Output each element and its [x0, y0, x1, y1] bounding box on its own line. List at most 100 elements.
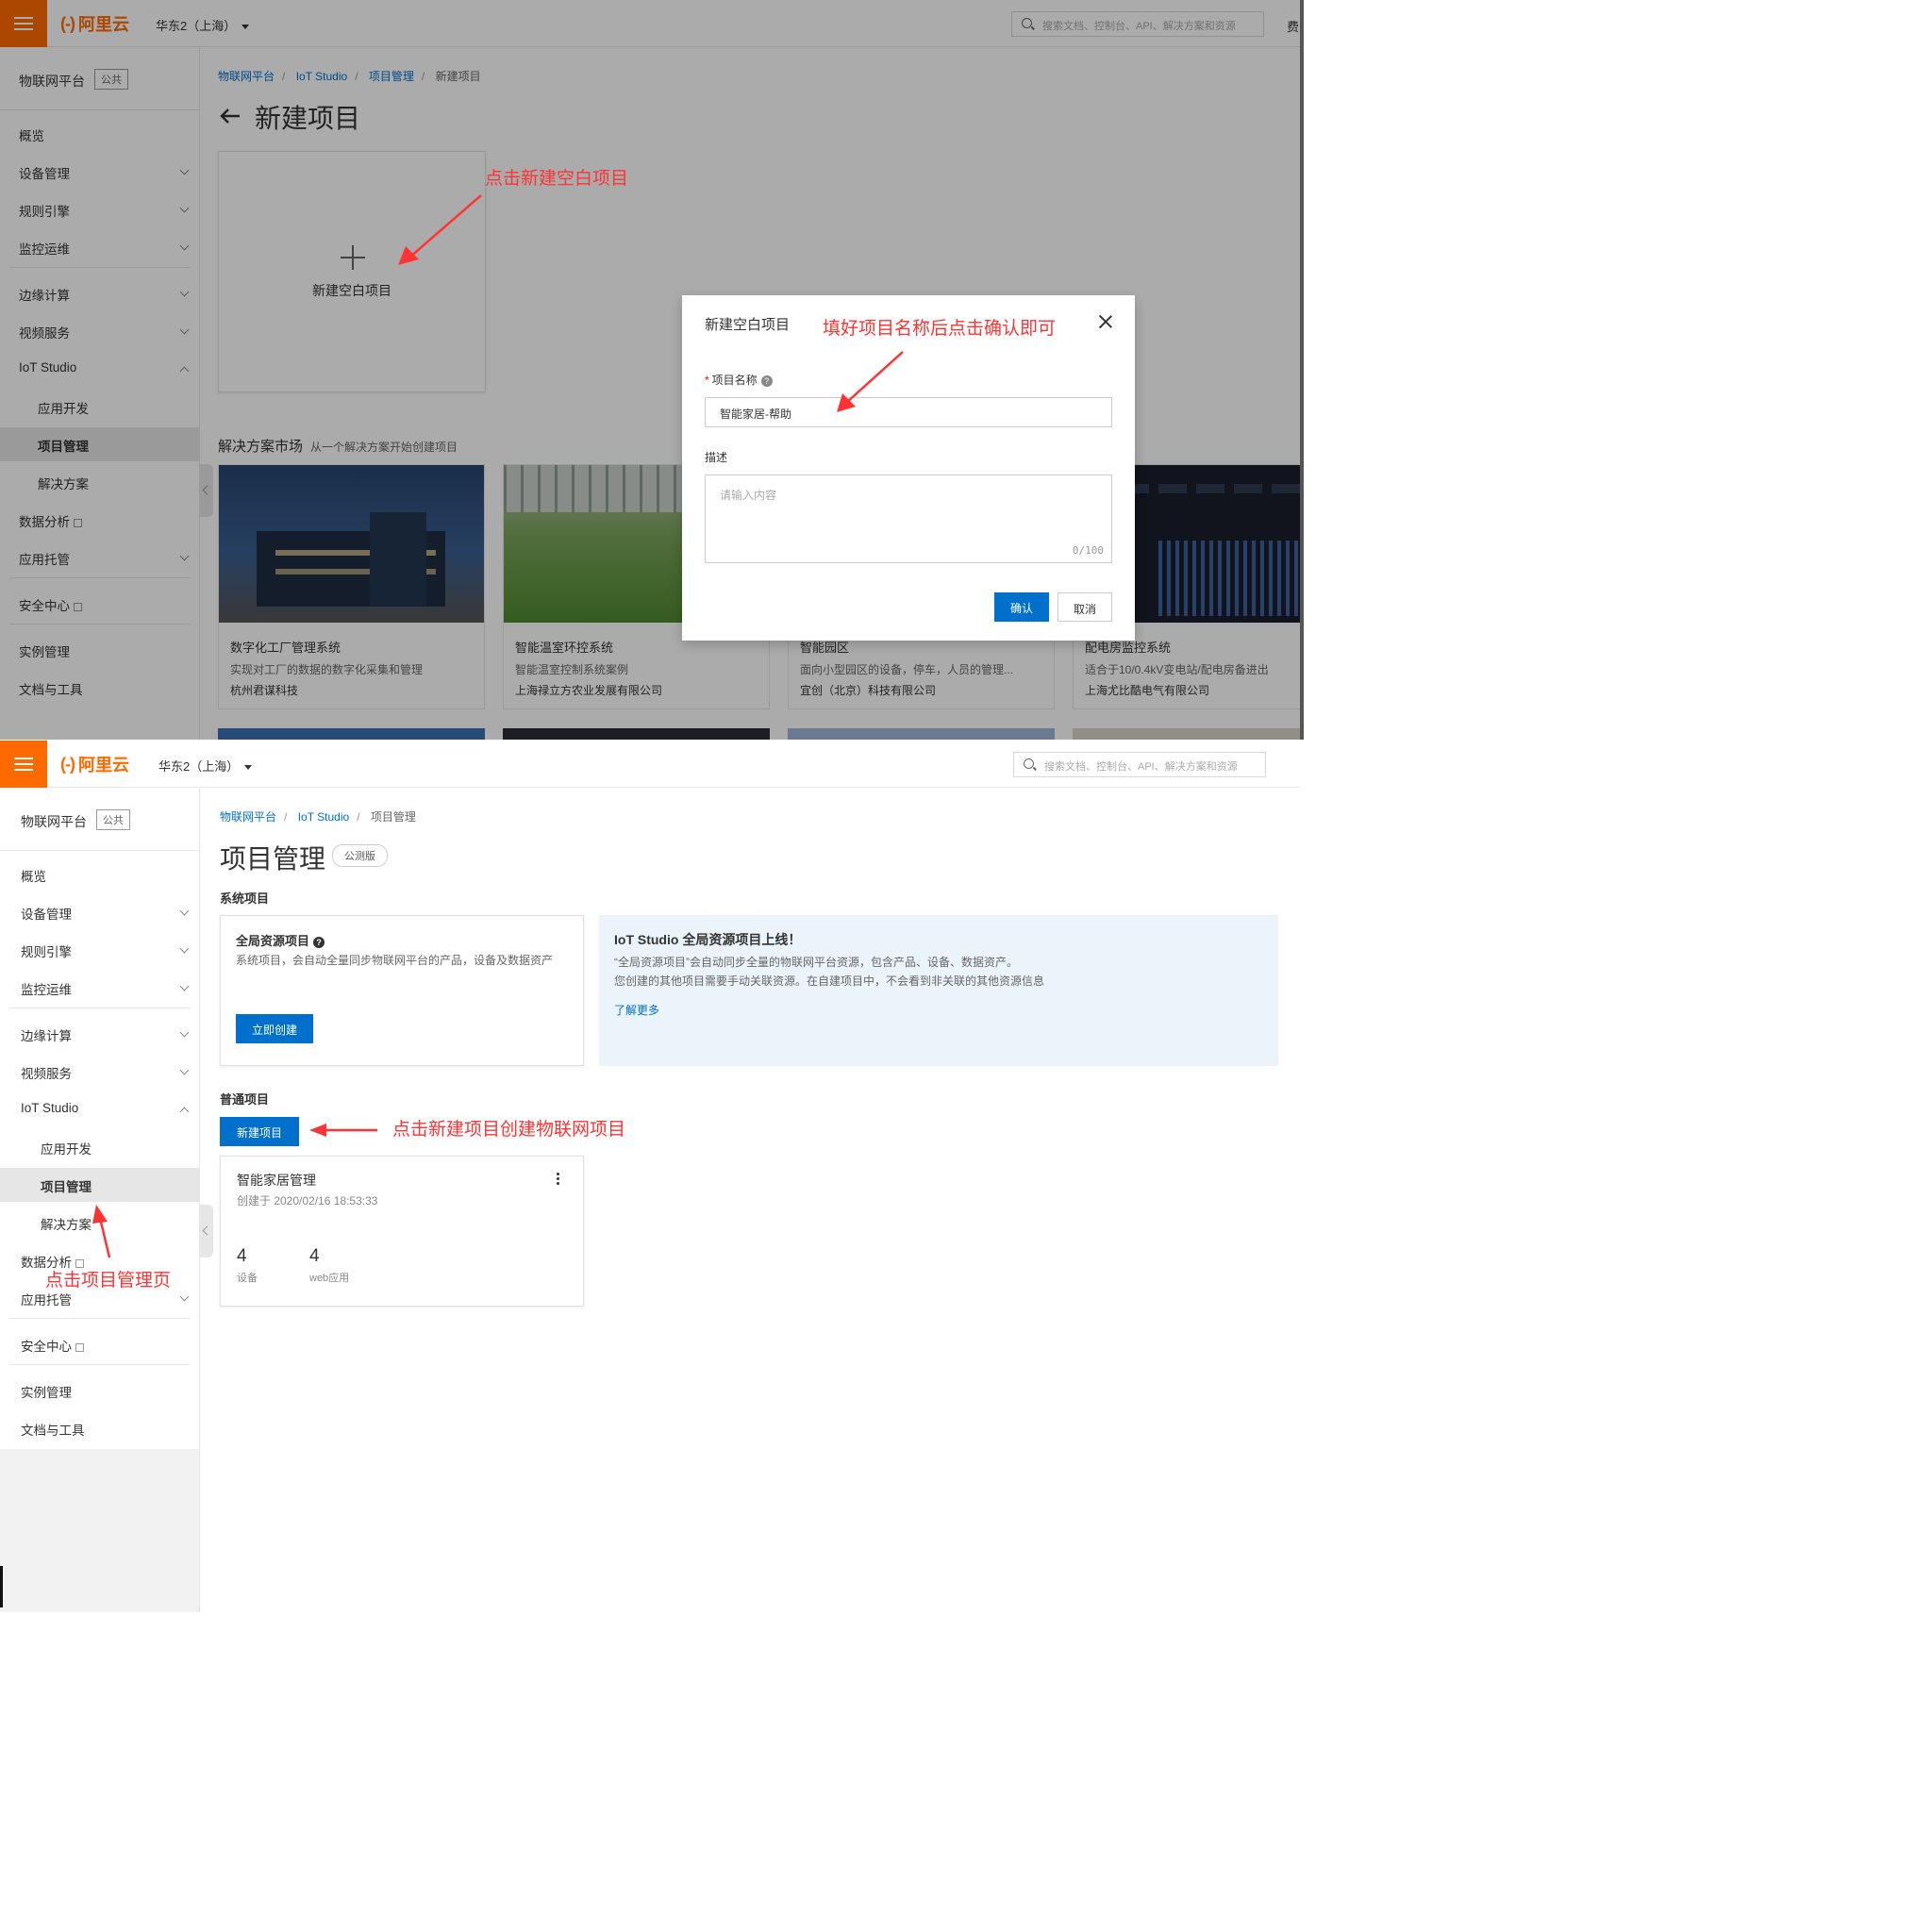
new-blank-project-dialog: 新建空白项目 * 项目名称? 智能家居-帮助 描述 请输入内容 0/100 确认 …	[682, 295, 1135, 641]
sidebar-item-security[interactable]: 安全中心	[0, 1327, 199, 1361]
chevron-down-icon	[179, 1065, 190, 1075]
learn-more-link[interactable]: 了解更多	[614, 1002, 659, 1018]
edge-strip	[0, 1566, 3, 1607]
cancel-button[interactable]: 取消	[1058, 592, 1112, 622]
page-title: 项目管理	[220, 844, 326, 874]
chevron-down-icon	[244, 765, 253, 771]
sidebar-item-project-mgmt[interactable]: 项目管理	[0, 1168, 199, 1202]
web-app-count: 4	[309, 1246, 320, 1266]
system-projects-heading: 系统项目	[220, 891, 270, 906]
sidebar-item-label: 规则引擎	[21, 945, 72, 959]
help-icon[interactable]: ?	[760, 375, 773, 387]
sidebar-item-label: 应用托管	[21, 1293, 72, 1307]
annotation-click-project-mgmt: 点击项目管理页	[45, 1271, 172, 1291]
region-selector[interactable]: 华东2（上海）	[158, 757, 253, 774]
sidebar-item-monitoring[interactable]: 监控运维	[0, 971, 199, 1005]
project-name-input[interactable]: 智能家居-帮助	[705, 397, 1112, 427]
logo-text: 阿里云	[77, 756, 129, 774]
breadcrumb-link[interactable]: 物联网平台	[220, 810, 276, 824]
sidebar-item-edge[interactable]: 边缘计算	[0, 1017, 199, 1051]
sidebar-item-label: 应用开发	[41, 1142, 92, 1157]
char-counter: 0/100	[1072, 544, 1104, 557]
chevron-down-icon	[179, 906, 190, 916]
beta-badge: 公测版	[332, 844, 388, 867]
info-title: IoT Studio 全局资源项目上线！	[614, 932, 802, 947]
project-created-time: 创建于 2020/02/16 18:53:33	[237, 1194, 378, 1208]
annotation-click-new-blank: 点击新建空白项目	[485, 169, 629, 189]
more-options-icon[interactable]	[557, 1173, 560, 1188]
sidebar-item-label: 设备管理	[21, 908, 72, 922]
annotation-arrow-icon	[92, 1205, 111, 1258]
sidebar-collapse-toggle[interactable]	[200, 1205, 213, 1257]
confirm-button[interactable]: 确认	[994, 592, 1049, 622]
divider	[9, 1364, 191, 1365]
new-project-button[interactable]: 新建项目	[220, 1117, 299, 1146]
sidebar-item-rule-engine[interactable]: 规则引擎	[0, 933, 199, 967]
sidebar-item-docs-tools[interactable]: 文档与工具	[0, 1411, 199, 1445]
breadcrumb: 物联网平台 / IoT Studio / 项目管理	[220, 810, 416, 824]
create-now-button[interactable]: 立即创建	[236, 1014, 313, 1043]
sidebar-filler	[0, 1449, 199, 1612]
web-app-count-label: web应用	[309, 1273, 350, 1284]
dialog-title: 新建空白项目	[705, 317, 791, 333]
chevron-down-icon	[179, 943, 190, 954]
device-count: 4	[237, 1246, 247, 1266]
sidebar-item-video[interactable]: 视频服务	[0, 1055, 199, 1089]
sidebar-item-app-dev[interactable]: 应用开发	[0, 1130, 199, 1164]
chevron-down-icon	[179, 1291, 190, 1302]
info-line: 您创建的其他项目需要手动关联资源。在自建项目中，不会看到非关联的其他资源信息	[614, 974, 1045, 988]
global-resource-title: 全局资源项目?	[236, 931, 325, 949]
help-icon[interactable]: ?	[313, 936, 325, 948]
breadcrumb-link[interactable]: IoT Studio	[298, 810, 349, 824]
sidebar-item-label: 概览	[21, 870, 46, 884]
chevron-down-icon	[179, 981, 190, 991]
annotation-arrow-icon	[398, 194, 482, 265]
project-name-label-text: 项目名称	[711, 374, 758, 387]
divider	[9, 1318, 191, 1319]
sidebar-tag: 公共	[96, 809, 130, 830]
annotation-arrow-icon	[309, 1124, 377, 1137]
project-name: 智能家居管理	[237, 1173, 316, 1188]
sidebar-item-label: 实例管理	[21, 1386, 72, 1400]
description-textarea[interactable]: 请输入内容 0/100	[705, 475, 1112, 563]
annotation-click-new-project: 点击新建项目创建物联网项目	[392, 1120, 626, 1140]
info-line: “全局资源项目”会自动同步全量的物联网平台资源，包含产品、设备、数据资产。	[614, 956, 1018, 969]
sidebar-header: 物联网平台 公共	[0, 789, 199, 851]
global-search-input[interactable]: 搜索文档、控制台、API、解决方案和资源	[1013, 752, 1266, 777]
global-resource-desc: 系统项目，会自动全量同步物联网平台的产品，设备及数据资产	[236, 954, 554, 967]
sidebar-item-label: 视频服务	[21, 1067, 72, 1081]
sidebar-item-label: IoT Studio	[21, 1101, 79, 1115]
sidebar-item-overview[interactable]: 概览	[0, 858, 199, 891]
annotation-fill-name-confirm: 填好项目名称后点击确认即可	[823, 319, 1057, 339]
sidebar-item-instance-mgmt[interactable]: 实例管理	[0, 1374, 199, 1407]
description-placeholder: 请输入内容	[720, 489, 777, 502]
normal-projects-heading: 普通项目	[220, 1092, 270, 1107]
info-notice: IoT Studio 全局资源项目上线！ “全局资源项目”会自动同步全量的物联网…	[599, 915, 1278, 1066]
screenshot-new-project: (-) 阿里云 华东2（上海） 搜索文档、控制台、API、解决方案和资源 费 物…	[0, 0, 1300, 740]
project-name-label: * 项目名称?	[705, 372, 773, 388]
sidebar-item-label: 文档与工具	[21, 1424, 85, 1438]
sidebar-item-label: 安全中心	[21, 1340, 72, 1354]
sidebar-item-iot-studio[interactable]: IoT Studio	[0, 1092, 199, 1126]
sidebar-item-label: 边缘计算	[21, 1029, 72, 1043]
breadcrumb-current: 项目管理	[370, 810, 416, 824]
top-bar: (-) 阿里云 华东2（上海） 搜索文档、控制台、API、解决方案和资源	[0, 741, 1300, 788]
sidebar-item-label: 项目管理	[41, 1180, 92, 1194]
logo-mark: (-)	[60, 754, 75, 774]
global-resource-project-card: 全局资源项目? 系统项目，会自动全量同步物联网平台的产品，设备及数据资产 立即创…	[220, 915, 584, 1066]
project-card[interactable]: 智能家居管理 创建于 2020/02/16 18:53:33 4 设备 4 we…	[220, 1156, 584, 1307]
screenshot-project-management: (-) 阿里云 华东2（上海） 搜索文档、控制台、API、解决方案和资源 物联网…	[0, 741, 1300, 1612]
menu-icon[interactable]	[0, 741, 47, 788]
device-count-label: 设备	[237, 1273, 258, 1284]
search-placeholder: 搜索文档、控制台、API、解决方案和资源	[1044, 761, 1238, 773]
global-resource-title-text: 全局资源项目	[236, 934, 310, 948]
external-link-icon	[75, 1342, 84, 1352]
search-icon	[1024, 758, 1034, 769]
sidebar-item-device-mgmt[interactable]: 设备管理	[0, 895, 199, 929]
chevron-down-icon	[179, 1027, 190, 1038]
aliyun-logo[interactable]: (-) 阿里云	[60, 753, 129, 775]
close-icon[interactable]	[1098, 314, 1113, 329]
sidebar-item-label: 解决方案	[41, 1218, 92, 1232]
sidebar: 物联网平台 公共 概览 设备管理 规则引擎 监控运维 边缘计算 视频服务 IoT…	[0, 789, 200, 1612]
annotation-arrow-icon	[837, 351, 904, 412]
